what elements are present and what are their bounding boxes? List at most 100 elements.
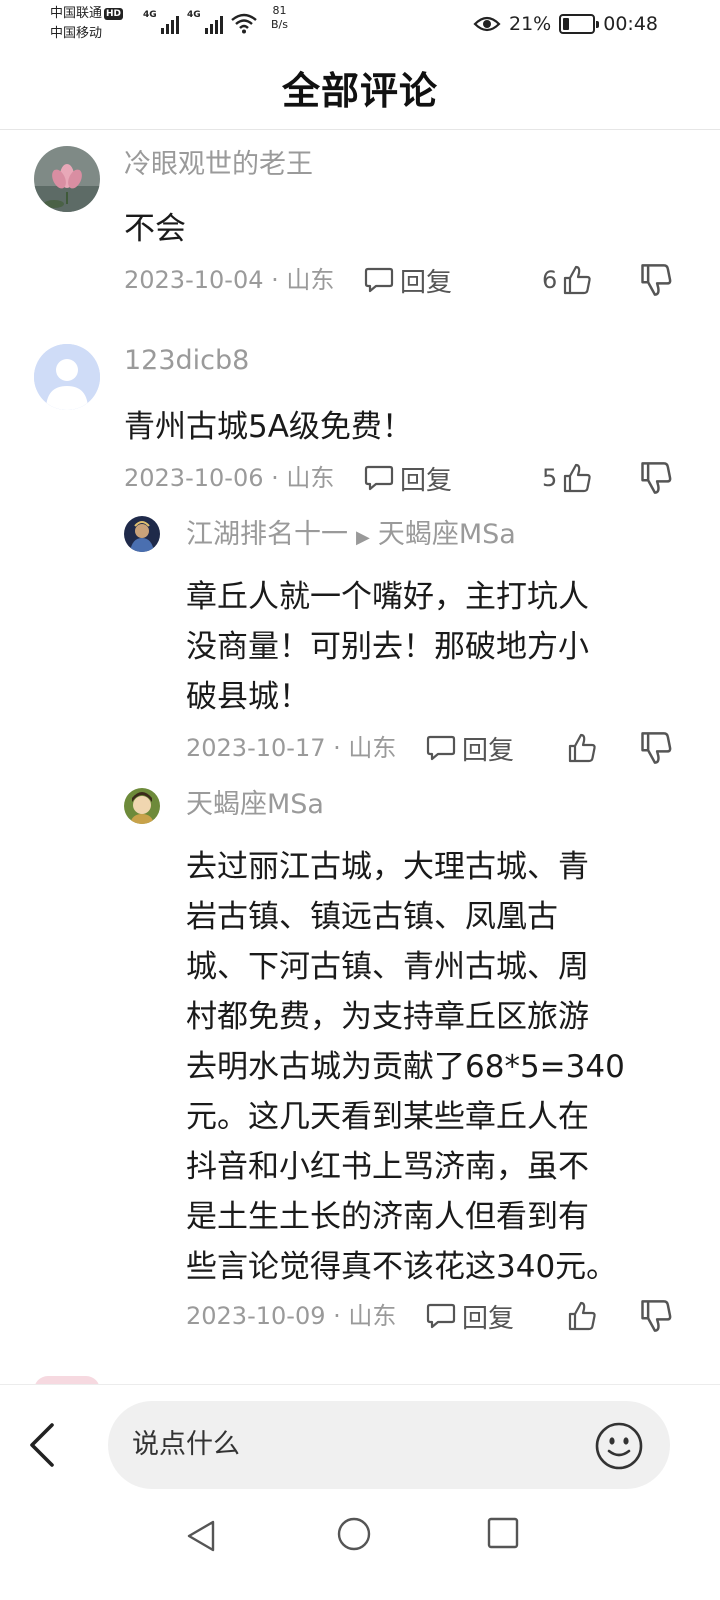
eye-icon [473,16,501,32]
warrior-avatar-image [124,516,160,552]
emoji-icon[interactable] [594,1421,644,1471]
nav-back-icon[interactable] [183,1518,219,1554]
nav-recent-apps-icon[interactable] [486,1516,520,1550]
back-arrow-icon[interactable] [22,1419,62,1471]
reply-button[interactable]: 回复 [364,460,452,496]
battery-percent: 21% [509,13,552,35]
reply-arrow-icon: ▶ [356,527,370,548]
network-speed: 81 B/s [271,4,288,32]
reply-text-line: 没商量！可别去！那破地方小 [186,629,589,665]
comment-input-bar: 说点什么 [0,1384,720,1504]
comment-item: 冷眼观世的老王 不会 2023-10-04 · 山东 回复 6 [0,130,720,310]
like-count: 6 [542,266,558,294]
comment-text: 青州古城5A级免费！ [124,409,413,445]
comment-username[interactable]: 冷眼观世的老王 [124,148,313,182]
lotus-avatar-image [34,146,100,212]
thumbs-up-icon [568,733,596,763]
thumbs-up-icon [564,463,591,493]
thumbs-down-icon[interactable] [638,1298,674,1334]
reply-text-line: 城、下河古镇、青州古城、周 [186,949,589,985]
reply-text-line: 元。这几天看到某些章丘人在 [186,1099,589,1135]
reply-icon [364,465,394,491]
thumbs-up-icon [568,1301,596,1331]
avatar[interactable] [34,344,100,410]
comment-meta: 2023-10-04 · 山东 回复 6 [124,260,684,300]
reply-label: 回复 [462,735,515,766]
page-header: 全部评论 [0,52,720,130]
reply-text-line: 岩古镇、镇远古镇、凤凰古 [186,899,558,935]
page-title: 全部评论 [281,69,438,113]
reply-text-line: 去明水古城为贡献了68*5=340 [186,1049,625,1085]
comment-date-location: 2023-10-04 · 山东 [124,266,335,294]
signal-1-icon: 4G [143,10,179,36]
system-nav-bar [0,1504,720,1600]
reply-icon [426,735,456,761]
speed-unit: B/s [271,18,288,31]
clock: 00:48 [603,13,658,35]
network-type-1: 4G [143,10,157,20]
carrier-1: 中国联通 [50,6,103,21]
cartoon-avatar-image [124,788,160,824]
comment-meta: 2023-10-06 · 山东 回复 5 [124,458,684,498]
reply-text-line: 些言论觉得真不该花这340元。 [186,1249,618,1285]
reply-meta: 2023-10-17 · 山东 回复 [186,728,686,768]
like-button[interactable] [562,730,598,766]
reply-text-line: 章丘人就一个嘴好，主打坑人 [186,579,589,615]
thumbs-down-icon[interactable] [638,262,674,298]
avatar[interactable] [34,146,100,212]
speed-value: 81 [272,4,287,17]
comment-input[interactable]: 说点什么 [108,1401,670,1489]
signal-indicators: 4G 4G 81 B/s [143,4,288,36]
reply-header: 江湖排名十一 ▶ 天蝎座MSa [186,518,516,555]
reply-item: 江湖排名十一 ▶ 天蝎座MSa 章丘人就一个嘴好，主打坑人 没商量！可别去！那破地方… [0,510,720,772]
network-type-2: 4G [187,10,201,20]
comment-input-placeholder: 说点什么 [132,1429,240,1460]
reply-text-line: 破县城！ [186,679,310,715]
reply-button[interactable]: 回复 [426,1298,514,1334]
reply-username[interactable]: 天蝎座MSa [186,788,324,822]
reply-date-location: 2023-10-17 · 山东 [186,734,397,762]
reply-text-line: 去过丽江古城，大理古城、青 [186,849,589,885]
like-button[interactable]: 6 [542,262,593,298]
comment-item: 123dicb8 青州古城5A级免费！ 2023-10-06 · 山东 回复 5 [0,328,720,508]
reply-button[interactable]: 回复 [364,262,452,298]
reply-text: 章丘人就一个嘴好，主打坑人 没商量！可别去！那破地方小 破县城！ [186,572,666,722]
status-bar: 中国联通 HD 中国移动 4G 4G 81 B/s 21% 00:48 [0,0,720,52]
signal-2-icon: 4G [187,10,223,36]
battery-fill [563,18,570,30]
like-button[interactable] [562,1298,598,1334]
reply-icon [426,1303,456,1329]
reply-item: 天蝎座MSa 去过丽江古城，大理古城、青 岩古镇、镇远古镇、凤凰古 城、下河古镇… [0,778,720,1338]
like-button[interactable]: 5 [542,460,593,496]
default-user-avatar-icon [34,344,100,410]
reply-text-line: 是土生土长的济南人但看到有 [186,1199,589,1235]
reply-label: 回复 [400,267,453,298]
reply-label: 回复 [462,1303,515,1334]
reply-date-location: 2023-10-09 · 山东 [186,1302,397,1330]
reply-meta: 2023-10-09 · 山东 回复 [186,1296,686,1336]
carrier-info: 中国联通 HD 中国移动 [50,4,124,44]
carrier-2: 中国移动 [50,26,103,41]
comment-date-location: 2023-10-06 · 山东 [124,464,335,492]
avatar[interactable] [124,516,160,552]
reply-icon [364,267,394,293]
reply-username[interactable]: 江湖排名十一 [186,519,348,550]
reply-label: 回复 [400,465,453,496]
reply-target-username[interactable]: 天蝎座MSa [378,519,516,550]
reply-text-line: 抖音和小红书上骂济南，虽不 [186,1149,589,1185]
status-right: 21% 00:48 [473,10,658,38]
comment-username[interactable]: 123dicb8 [124,344,249,378]
reply-button[interactable]: 回复 [426,730,514,766]
thumbs-down-icon[interactable] [638,730,674,766]
battery-icon [559,14,600,34]
avatar[interactable] [124,788,160,824]
nav-home-icon[interactable] [336,1516,372,1552]
thumbs-up-icon [564,265,591,295]
reply-text-line: 村都免费，为支持章丘区旅游 [186,999,589,1035]
hd-badge: HD [104,7,124,20]
thumbs-down-icon[interactable] [638,460,674,496]
comment-text: 不会 [124,211,186,247]
reply-text: 去过丽江古城，大理古城、青 岩古镇、镇远古镇、凤凰古 城、下河古镇、青州古城、周… [186,842,686,1292]
like-count: 5 [542,464,558,492]
wifi-icon [231,13,257,34]
